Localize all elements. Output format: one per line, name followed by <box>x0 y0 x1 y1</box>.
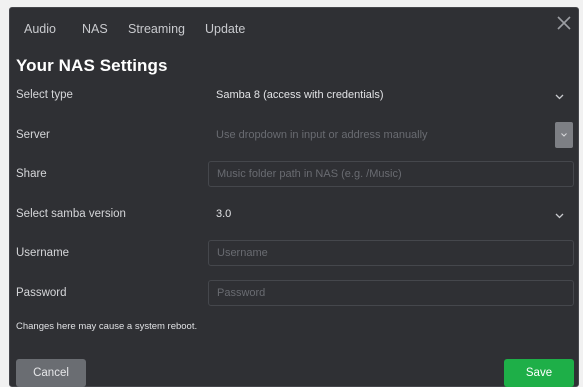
save-button[interactable]: Save <box>504 359 574 387</box>
cancel-button[interactable]: Cancel <box>16 359 86 387</box>
select-type-label: Select type <box>16 89 73 101</box>
tab-update[interactable]: Update <box>205 22 245 36</box>
samba-version-value: 3.0 <box>216 208 232 220</box>
select-type-dropdown[interactable]: Samba 8 (access with credentials) <box>208 82 574 108</box>
nas-settings-dialog: Audio NAS Streaming Update Your NAS Sett… <box>9 7 579 387</box>
server-label: Server <box>16 129 50 141</box>
share-label: Share <box>16 168 47 180</box>
server-input[interactable] <box>208 122 553 148</box>
password-label: Password <box>16 287 67 299</box>
password-input[interactable] <box>208 280 574 306</box>
chevron-down-icon <box>555 91 564 100</box>
share-input[interactable] <box>208 161 574 187</box>
chevron-down-icon <box>555 210 564 219</box>
server-dropdown-button[interactable] <box>555 122 573 148</box>
page-title: Your NAS Settings <box>16 56 168 75</box>
samba-version-dropdown[interactable]: 3.0 <box>208 201 574 227</box>
tab-nas[interactable]: NAS <box>82 22 108 36</box>
reboot-warning: Changes here may cause a system reboot. <box>16 321 198 332</box>
select-type-value: Samba 8 (access with credentials) <box>216 89 384 101</box>
tab-audio[interactable]: Audio <box>24 22 56 36</box>
username-input[interactable] <box>208 240 574 266</box>
samba-version-label: Select samba version <box>16 208 126 220</box>
close-icon[interactable] <box>556 15 572 31</box>
dropdown-icon <box>561 133 567 137</box>
username-label: Username <box>16 247 70 259</box>
tab-streaming[interactable]: Streaming <box>128 22 185 36</box>
